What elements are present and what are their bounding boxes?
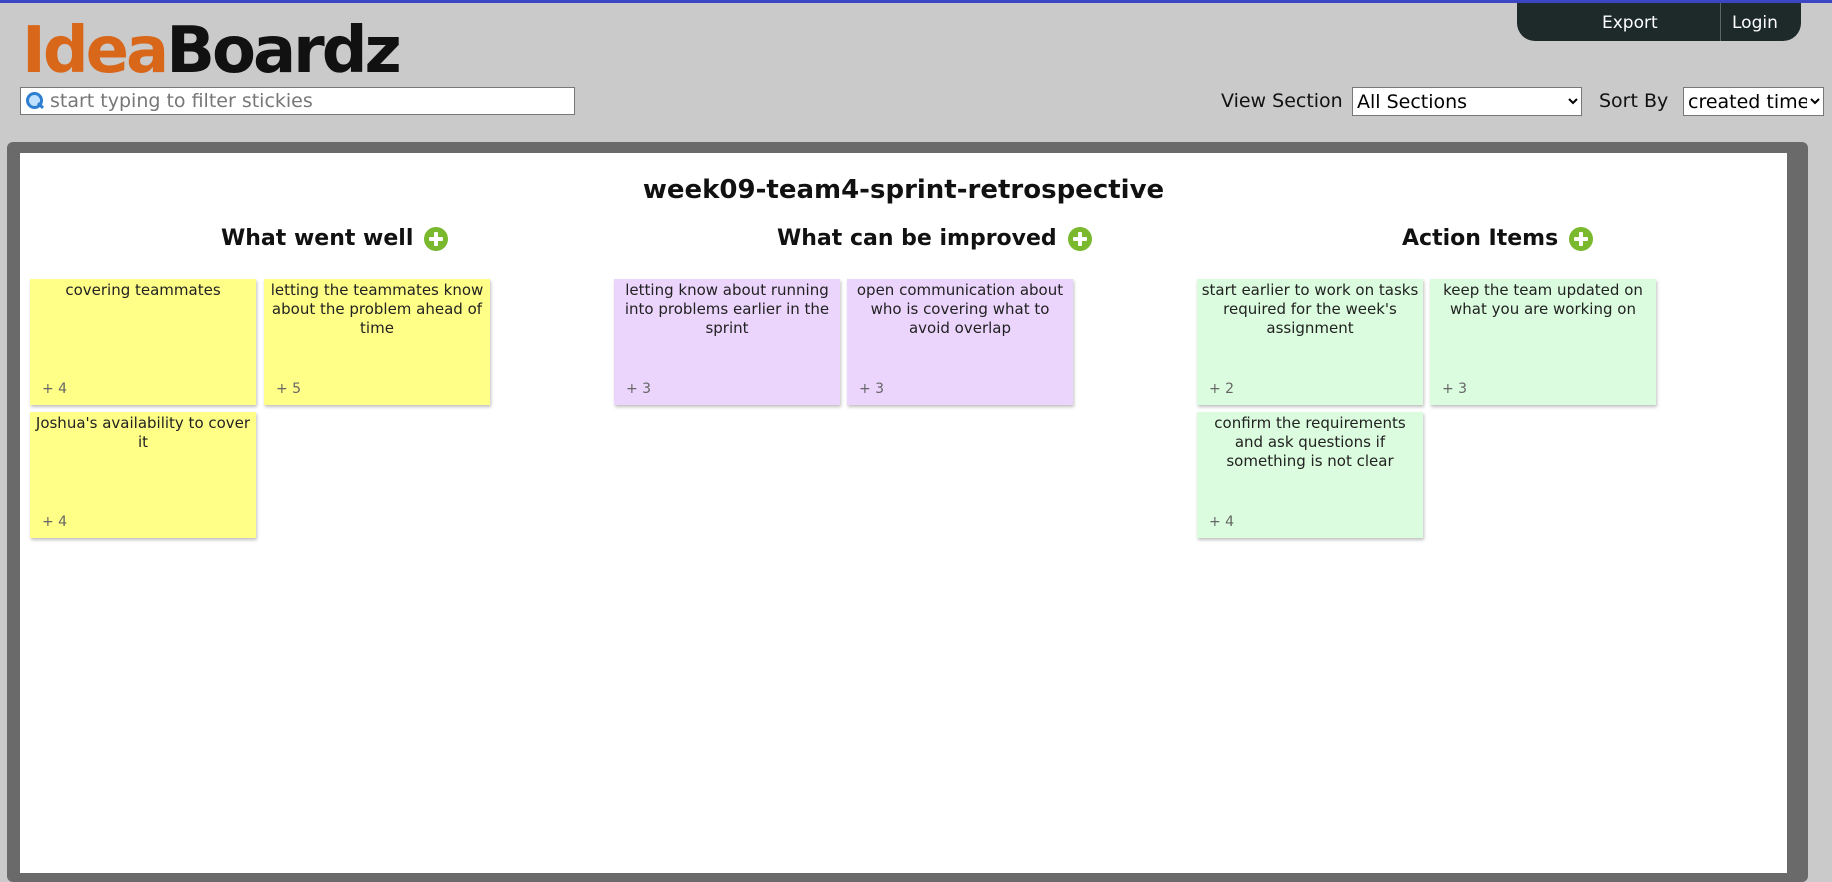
logo-boardz-text: Boardz — [166, 14, 402, 88]
export-button[interactable]: Export — [1602, 13, 1658, 33]
vote-count[interactable]: + 3 — [1442, 380, 1467, 399]
sticky-note[interactable]: confirm the requirements and ask questio… — [1197, 412, 1423, 538]
filter-stickies-input[interactable] — [48, 88, 574, 114]
add-sticky-icon[interactable] — [1569, 226, 1594, 251]
column-header-action-items: Action Items — [1402, 226, 1594, 251]
sticky-note[interactable]: letting the teammates know about the pro… — [264, 279, 490, 405]
logo-idea-text: Idea — [22, 14, 169, 88]
column-header-what-went-well: What went well — [221, 226, 449, 251]
sticky-note[interactable]: covering teammates + 4 — [30, 279, 256, 405]
sort-by-select[interactable]: created time — [1683, 87, 1824, 116]
login-button[interactable]: Login — [1732, 13, 1778, 33]
sticky-note[interactable]: start earlier to work on tasks required … — [1197, 279, 1423, 405]
sticky-text: start earlier to work on tasks required … — [1201, 281, 1419, 337]
sticky-text: covering teammates — [65, 281, 221, 299]
vote-count[interactable]: + 3 — [626, 380, 651, 399]
column-header-what-can-be-improved: What can be improved — [777, 226, 1092, 251]
column-title: What went well — [221, 226, 414, 251]
view-section-label: View Section — [1221, 90, 1343, 112]
logo[interactable]: IdeaBoardz — [22, 13, 402, 89]
sticky-text: confirm the requirements and ask questio… — [1214, 414, 1406, 470]
column-title: What can be improved — [777, 226, 1057, 251]
sticky-note[interactable]: open communication about who is covering… — [847, 279, 1073, 405]
sticky-note[interactable]: Joshua's availability to cover it + 4 — [30, 412, 256, 538]
vote-count[interactable]: + 3 — [859, 380, 884, 399]
sticky-text: open communication about who is covering… — [856, 281, 1064, 337]
vote-count[interactable]: + 5 — [276, 380, 301, 399]
sort-by-label: Sort By — [1599, 90, 1669, 112]
search-icon — [25, 91, 45, 111]
sticky-text: letting know about running into problems… — [624, 281, 830, 337]
board: week09-team4-sprint-retrospective What w… — [20, 153, 1787, 873]
sticky-text: Joshua's availability to cover it — [35, 414, 251, 451]
view-section-select[interactable]: All Sections — [1352, 87, 1582, 116]
header-action-bar: Export Login — [1517, 3, 1801, 41]
board-title: week09-team4-sprint-retrospective — [642, 175, 1165, 205]
add-sticky-icon[interactable] — [1067, 226, 1092, 251]
header-divider — [1720, 3, 1721, 41]
vote-count[interactable]: + 2 — [1209, 380, 1234, 399]
column-title: Action Items — [1402, 226, 1559, 251]
add-sticky-icon[interactable] — [424, 226, 449, 251]
sticky-text: letting the teammates know about the pro… — [270, 281, 484, 337]
filter-box — [20, 87, 575, 115]
sticky-note[interactable]: letting know about running into problems… — [614, 279, 840, 405]
sticky-note[interactable]: keep the team updated on what you are wo… — [1430, 279, 1656, 405]
vote-count[interactable]: + 4 — [42, 513, 67, 532]
vote-count[interactable]: + 4 — [1209, 513, 1234, 532]
vote-count[interactable]: + 4 — [42, 380, 67, 399]
sticky-text: keep the team updated on what you are wo… — [1443, 281, 1643, 318]
